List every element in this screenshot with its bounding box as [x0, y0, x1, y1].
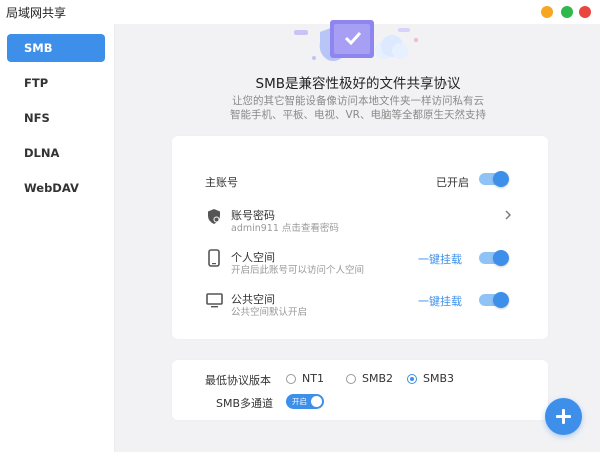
sidebar-item-webdav[interactable]: WebDAV — [7, 174, 105, 202]
personal-space-mount-link[interactable]: 一键挂载 — [418, 251, 462, 267]
page-title: SMB是兼容性极好的文件共享协议 — [255, 76, 461, 92]
radio-label: SMB3 — [423, 372, 455, 385]
sidebar-item-dlna[interactable]: DLNA — [7, 139, 105, 167]
public-space-toggle[interactable] — [479, 292, 509, 308]
radio-label: NT1 — [302, 372, 324, 385]
toggle-knob — [493, 171, 509, 187]
sidebar: SMB FTP NFS DLNA WebDAV — [0, 24, 115, 452]
radio-smb2[interactable]: SMB2 — [346, 372, 393, 385]
public-space-subtitle: 公共空间默认开启 — [231, 307, 308, 318]
close-button[interactable] — [579, 6, 591, 18]
window-title: 局域网共享 — [6, 6, 67, 20]
minimize-button[interactable] — [541, 6, 553, 18]
radio-smb3[interactable]: SMB3 — [407, 372, 454, 385]
radio-ring — [286, 373, 296, 384]
shield-icon — [208, 209, 220, 224]
main-account-status: 已开启 — [436, 176, 469, 189]
radio-nt1[interactable]: NT1 — [286, 372, 324, 385]
sidebar-item-nfs[interactable]: NFS — [7, 104, 105, 132]
hero-illustration — [294, 20, 418, 61]
main-account-toggle[interactable] — [479, 171, 509, 187]
password-subtitle[interactable]: admin911 点击查看密码 — [231, 220, 339, 234]
radio-label: SMB2 — [362, 372, 394, 385]
radio-ring — [407, 373, 417, 384]
sidebar-item-ftp[interactable]: FTP — [7, 69, 105, 97]
toggle-knob — [493, 292, 509, 308]
account-card — [172, 136, 548, 339]
public-space-mount-link[interactable]: 一键挂载 — [418, 293, 462, 309]
monitor-icon — [206, 293, 223, 308]
page-subtitle-line2: 智能手机、平板、电视、VR、电脑等全都原生天然支持 — [230, 109, 486, 121]
toggle-knob — [493, 250, 509, 266]
multichannel-label: SMB多通道 — [216, 397, 274, 410]
personal-space-toggle[interactable] — [479, 250, 509, 266]
protocol-card — [172, 360, 548, 420]
toggle-knob — [311, 396, 322, 407]
maximize-button[interactable] — [561, 6, 573, 18]
page-subtitle-line1: 让您的其它智能设备像访问本地文件夹一样访问私有云 — [232, 95, 484, 107]
multichannel-toggle-text: 开启 — [292, 397, 307, 406]
sidebar-item-smb[interactable]: SMB — [7, 34, 105, 62]
radio-ring — [346, 373, 356, 384]
protocol-label: 最低协议版本 — [205, 374, 271, 387]
main-account-label: 主账号 — [205, 176, 238, 189]
phone-icon — [208, 249, 220, 267]
add-button[interactable] — [545, 398, 582, 435]
personal-space-subtitle: 开启后此账号可以访问个人空间 — [231, 265, 365, 276]
multichannel-toggle[interactable]: 开启 — [286, 394, 324, 409]
chevron-right-icon[interactable] — [504, 210, 512, 220]
